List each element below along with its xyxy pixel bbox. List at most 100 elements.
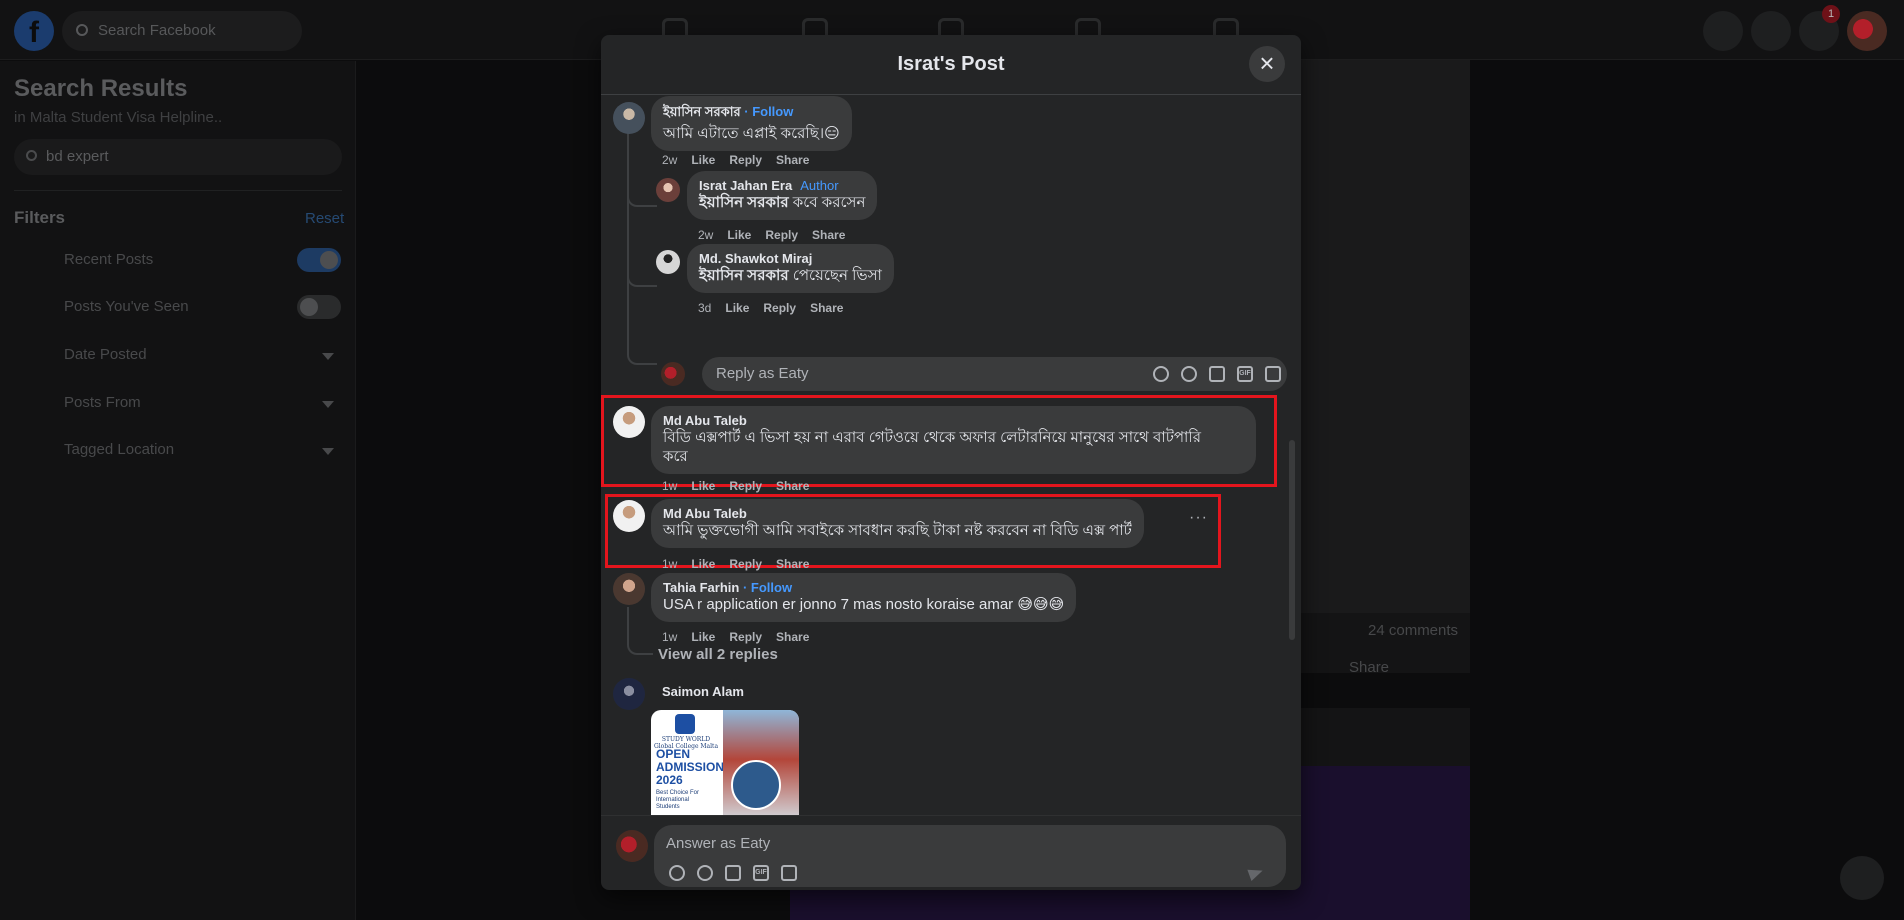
share-button[interactable]: Share xyxy=(776,153,809,167)
like-button[interactable]: Like xyxy=(691,630,715,644)
like-button[interactable]: Like xyxy=(725,301,749,315)
dialog-title: Israt's Post xyxy=(897,53,1005,75)
reply-button[interactable]: Reply xyxy=(729,630,762,644)
reply-button[interactable]: Reply xyxy=(729,153,762,167)
comment-author[interactable]: Md Abu Taleb xyxy=(663,413,1244,428)
sticker-icon[interactable] xyxy=(781,865,797,881)
sticker-icon[interactable] xyxy=(1265,366,1281,382)
comment-text-continued: করে xyxy=(663,448,688,465)
avatar[interactable] xyxy=(656,178,680,202)
reset-filters-link[interactable]: Reset xyxy=(305,210,344,227)
camera-icon[interactable] xyxy=(1209,366,1225,382)
avatar[interactable] xyxy=(613,573,645,605)
comment-bubble: Md Abu Taleb আমি ভুক্তভোগী আমি সবাইকে সা… xyxy=(651,499,1144,548)
send-icon[interactable] xyxy=(1247,864,1265,882)
filter-posts-seen: Posts You've Seen xyxy=(64,298,189,315)
background-post-header xyxy=(1300,708,1470,768)
new-message-icon[interactable] xyxy=(1840,856,1884,900)
ad-student-photo xyxy=(731,760,781,810)
profile-avatar[interactable] xyxy=(1847,11,1887,51)
chevron-down-icon[interactable] xyxy=(322,401,334,408)
share-button[interactable]: Share xyxy=(776,630,809,644)
emoji-icon[interactable] xyxy=(697,865,713,881)
comment-actions: 2w Like Reply Share xyxy=(662,153,823,167)
comment-author[interactable]: ইয়াসিন সরকার xyxy=(663,104,741,119)
avatar[interactable] xyxy=(613,678,645,710)
avatar[interactable] xyxy=(656,250,680,274)
share-button[interactable]: Share xyxy=(776,479,809,493)
gif-icon[interactable]: GIF xyxy=(753,865,769,881)
comment-time[interactable]: 1w xyxy=(662,557,677,571)
recent-posts-toggle[interactable] xyxy=(297,248,341,272)
search-results-subtitle[interactable]: in Malta Student Visa Helpline.. xyxy=(14,109,222,126)
comment-bubble: ইয়াসিন সরকার · Follow আমি এটাতে এপ্লাই … xyxy=(651,96,852,151)
comments-count[interactable]: 24 comments xyxy=(1368,622,1458,639)
like-button[interactable]: Like xyxy=(727,228,751,242)
avatar[interactable] xyxy=(613,500,645,532)
comment-time[interactable]: 3d xyxy=(698,301,711,315)
search-placeholder: Search Facebook xyxy=(98,22,216,39)
comment-author[interactable]: Md. Shawkot Miraj xyxy=(699,251,882,266)
follow-link[interactable]: · Follow xyxy=(744,104,793,119)
emoji-icon[interactable] xyxy=(1181,366,1197,382)
search-results-title: Search Results xyxy=(14,75,188,102)
answer-input[interactable]: Answer as Eaty GIF xyxy=(654,825,1286,887)
filter-date-posted[interactable]: Date Posted xyxy=(64,346,147,363)
like-button[interactable]: Like xyxy=(691,557,715,571)
avatar[interactable] xyxy=(661,362,685,386)
posts-seen-toggle[interactable] xyxy=(297,295,341,319)
comment-actions: 1w Like Reply Share xyxy=(662,557,823,571)
comment-time[interactable]: 1w xyxy=(662,479,677,493)
messenger-icon[interactable] xyxy=(1751,11,1791,51)
reply-button[interactable]: Reply xyxy=(765,228,798,242)
comment-text: বিডি এক্সপার্ট এ ভিসা হয় না এরাব গেটওয়… xyxy=(663,429,1201,446)
view-replies-link[interactable]: View all 2 replies xyxy=(658,646,778,663)
reply-button[interactable]: Reply xyxy=(763,301,796,315)
facebook-logo[interactable]: f xyxy=(14,11,54,51)
comment-author[interactable]: Israt Jahan Era xyxy=(699,178,792,193)
reply-button[interactable]: Reply xyxy=(729,479,762,493)
comment-time[interactable]: 1w xyxy=(662,630,677,644)
post-dialog: Israt's Post × ইয়াসিন সরকার · Follow আম… xyxy=(601,35,1301,890)
avatar-sticker-icon[interactable] xyxy=(669,865,685,881)
close-icon[interactable]: × xyxy=(1249,46,1285,82)
avatar[interactable] xyxy=(613,102,645,134)
mention-link[interactable]: ইয়াসিন সরকার xyxy=(699,267,789,284)
avatar[interactable] xyxy=(613,406,645,438)
mention-link[interactable]: ইয়াসিন সরকার xyxy=(699,194,789,211)
like-button[interactable]: Like xyxy=(691,479,715,493)
comment-actions: 1w Like Reply Share xyxy=(662,479,823,493)
menu-grid-icon[interactable] xyxy=(1703,11,1743,51)
comment-author[interactable]: Tahia Farhin xyxy=(663,580,739,595)
filter-tagged-location[interactable]: Tagged Location xyxy=(64,441,174,458)
chevron-down-icon[interactable] xyxy=(322,353,334,360)
share-button[interactable]: Share xyxy=(812,228,845,242)
facebook-search-input[interactable]: Search Facebook xyxy=(62,11,302,51)
comment-image-attachment[interactable]: STUDY WORLD Global College Malta OPEN ADMI… xyxy=(651,710,799,815)
gif-icon[interactable]: GIF xyxy=(1237,366,1253,382)
avatar[interactable] xyxy=(616,830,648,862)
comment-time[interactable]: 2w xyxy=(698,228,713,242)
avatar-sticker-icon[interactable] xyxy=(1153,366,1169,382)
comment-text: আমি এটাতে এপ্লাই করেছি।😑 xyxy=(663,125,840,142)
chevron-down-icon[interactable] xyxy=(322,448,334,455)
reply-button[interactable]: Reply xyxy=(729,557,762,571)
share-label[interactable]: Share xyxy=(1349,659,1389,676)
share-button[interactable]: Share xyxy=(810,301,843,315)
reply-input[interactable]: Reply as Eaty GIF xyxy=(702,357,1287,391)
comment-text: USA r application er jonno 7 mas nosto k… xyxy=(663,596,1065,613)
comment-time[interactable]: 2w xyxy=(662,153,677,167)
more-options-icon[interactable]: ··· xyxy=(1189,509,1208,527)
comment-author[interactable]: Md Abu Taleb xyxy=(663,506,1132,521)
follow-link[interactable]: · Follow xyxy=(743,580,792,595)
scrollbar[interactable] xyxy=(1289,440,1295,640)
camera-icon[interactable] xyxy=(725,865,741,881)
group-search-input[interactable]: bd expert xyxy=(14,139,342,175)
search-left-panel: Search Results in Malta Student Visa Hel… xyxy=(0,61,356,920)
comment-author[interactable]: Saimon Alam xyxy=(662,684,744,699)
share-button[interactable]: Share xyxy=(776,557,809,571)
answer-placeholder: Answer as Eaty xyxy=(666,835,771,852)
like-button[interactable]: Like xyxy=(691,153,715,167)
filter-posts-from[interactable]: Posts From xyxy=(64,394,141,411)
thread-line xyxy=(627,125,629,295)
